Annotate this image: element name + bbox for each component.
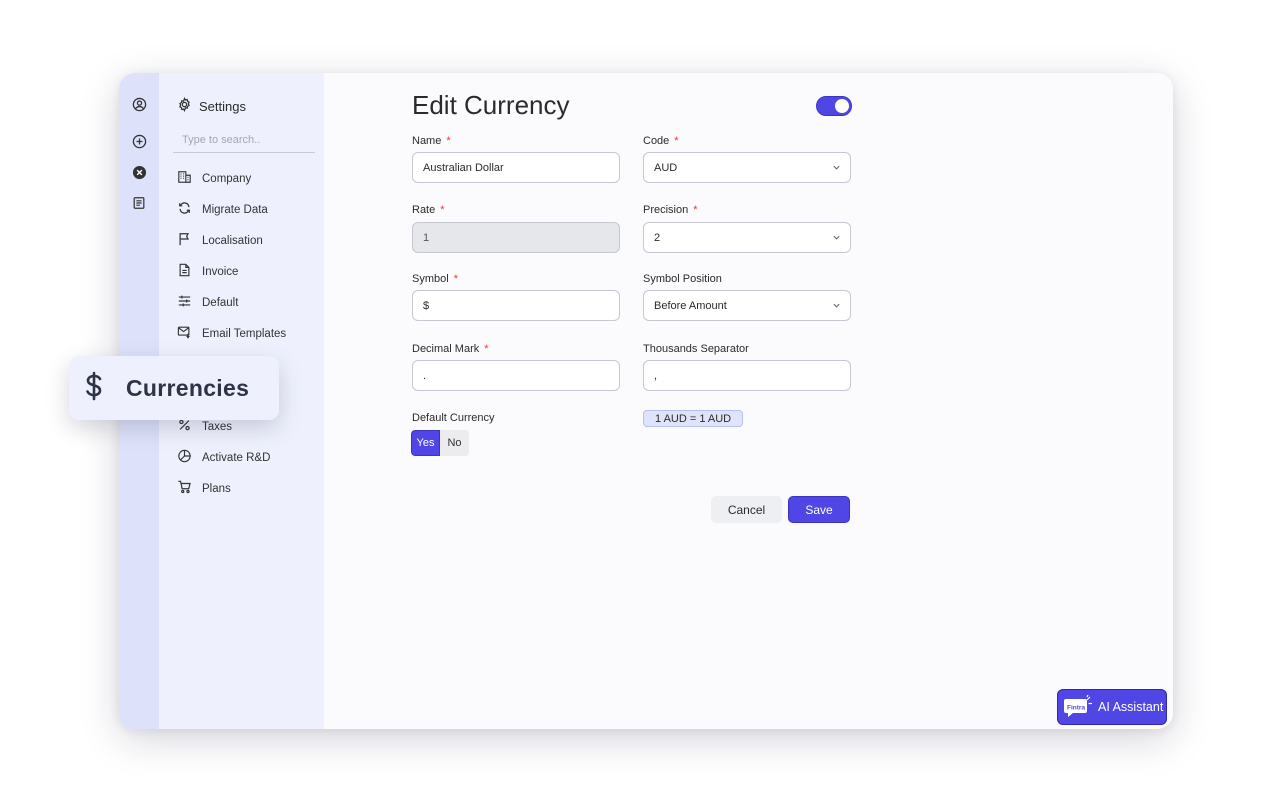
currencies-highlight-card[interactable]: Currencies (69, 356, 279, 420)
default-currency-label: Default Currency (412, 412, 495, 424)
settings-search-input[interactable] (173, 128, 315, 153)
logo-text: Fintra (1067, 705, 1085, 712)
sync-icon (177, 201, 192, 218)
save-button[interactable]: Save (788, 496, 850, 523)
thousands-separator-label: Thousands Separator (643, 343, 749, 355)
currencies-label: Currencies (126, 374, 250, 401)
nav-item-localisation[interactable]: Localisation (177, 225, 286, 256)
label-text: Decimal Mark (412, 343, 480, 355)
chat-bubble-icon: Fintra (1064, 694, 1092, 719)
decimal-mark-label: Decimal Mark * (412, 343, 489, 355)
required-mark: * (453, 273, 458, 285)
precision-select[interactable]: 2 (643, 222, 851, 253)
settings-header: Settings (177, 96, 246, 115)
cancel-button[interactable]: Cancel (711, 496, 782, 523)
required-mark: * (440, 204, 445, 216)
name-label: Name * (412, 135, 451, 147)
name-field[interactable]: Australian Dollar (412, 152, 620, 183)
code-select[interactable]: AUD (643, 152, 851, 183)
nav-label: Invoice (202, 265, 239, 278)
thousands-separator-value: , (654, 369, 658, 382)
nav-label: Email Templates (202, 327, 287, 340)
symbol-position-value: Before Amount (654, 299, 727, 312)
symbol-field[interactable]: $ (412, 290, 620, 321)
nav-item-activate-rnd[interactable]: Activate R&D (177, 442, 286, 473)
conversion-rate-badge: 1 AUD = 1 AUD (643, 410, 744, 427)
label-text: Rate (412, 204, 436, 216)
label-text: Symbol (412, 273, 449, 285)
required-mark: * (484, 343, 489, 355)
percent-icon (177, 418, 192, 435)
required-mark: * (674, 135, 679, 147)
nav-item-email-templates[interactable]: Email Templates (177, 318, 286, 349)
document-icon (177, 263, 192, 280)
cart-icon (177, 480, 192, 497)
ai-assistant-label: AI Assistant (1098, 700, 1164, 714)
thousands-separator-field[interactable]: , (643, 360, 851, 391)
nav-item-invoice[interactable]: Invoice (177, 256, 286, 287)
label-text: Name (412, 135, 442, 147)
precision-label: Precision * (643, 204, 698, 216)
symbol-position-label: Symbol Position (643, 273, 722, 285)
plus-circle-icon[interactable] (130, 132, 148, 150)
default-yes-button[interactable]: Yes (411, 430, 440, 456)
name-value: Australian Dollar (423, 161, 504, 174)
code-value: AUD (654, 161, 678, 174)
symbol-label: Symbol * (412, 273, 458, 285)
precision-value: 2 (654, 231, 661, 244)
label-text: Precision (643, 204, 689, 216)
nav-label: Activate R&D (202, 451, 271, 464)
settings-title: Settings (199, 98, 246, 114)
nav-label: Plans (202, 482, 231, 495)
sliders-icon (177, 294, 192, 311)
user-circle-icon[interactable] (130, 95, 148, 113)
chevron-down-icon (832, 233, 841, 245)
chevron-down-icon (832, 163, 841, 175)
mail-icon (177, 325, 192, 342)
symbol-value: $ (423, 299, 430, 312)
nav-item-plans[interactable]: Plans (177, 473, 286, 504)
decimal-mark-field[interactable]: . (412, 360, 620, 391)
nav-item-company[interactable]: Company (177, 163, 286, 194)
nav-item-default[interactable]: Default (177, 287, 286, 318)
nav-label: Migrate Data (202, 203, 268, 216)
required-mark: * (693, 204, 698, 216)
rate-field[interactable]: 1 (412, 222, 620, 253)
nav-label: Taxes (202, 420, 233, 433)
rate-label: Rate * (412, 204, 445, 216)
nav-label: Default (202, 296, 239, 309)
chart-icon (177, 449, 192, 466)
symbol-position-select[interactable]: Before Amount (643, 290, 851, 321)
default-no-button[interactable]: No (440, 430, 469, 456)
notes-icon[interactable] (130, 194, 148, 212)
page-title: Edit Currency (412, 90, 570, 120)
decimal-mark-value: . (423, 369, 427, 382)
dollar-icon (84, 371, 104, 406)
nav-item-migrate-data[interactable]: Migrate Data (177, 194, 286, 225)
close-circle-icon[interactable] (130, 163, 148, 181)
nav-label: Localisation (202, 234, 263, 247)
code-label: Code * (643, 135, 679, 147)
nav-label: Company (202, 172, 252, 185)
default-currency-toggle: Yes No (411, 430, 469, 456)
building-icon (177, 170, 192, 187)
edit-currency-form: Edit Currency Name * Australian Dollar Co… (324, 73, 1173, 729)
gear-icon (177, 96, 192, 115)
chevron-down-icon (832, 301, 841, 313)
rate-value: 1 (423, 231, 430, 244)
flag-icon (177, 232, 192, 249)
ai-assistant-button[interactable]: Fintra AI Assistant (1057, 689, 1167, 725)
label-text: Code (643, 135, 670, 147)
required-mark: * (446, 135, 451, 147)
enabled-toggle[interactable] (816, 96, 852, 116)
settings-nav: Company Migrate Data Localisation Invoic… (177, 163, 286, 504)
